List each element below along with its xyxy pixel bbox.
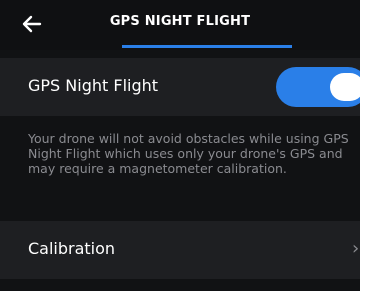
gps-night-flight-label: GPS Night Flight bbox=[28, 76, 159, 95]
title-underline bbox=[122, 45, 292, 48]
chevron-right-icon: › bbox=[352, 238, 360, 259]
gps-night-flight-description: Your drone will not avoid obstacles whil… bbox=[28, 131, 349, 176]
screen-edge bbox=[360, 0, 368, 291]
calibration-label: Calibration bbox=[28, 239, 116, 258]
toggle-knob bbox=[330, 73, 364, 101]
gps-night-flight-row: GPS Night Flight bbox=[0, 58, 368, 116]
header-bar: GPS NIGHT FLIGHT bbox=[0, 0, 360, 50]
settings-screen: GPS NIGHT FLIGHT GPS Night Flight Your d… bbox=[0, 0, 368, 291]
gps-night-flight-toggle[interactable] bbox=[276, 67, 368, 107]
calibration-row[interactable]: Calibration › bbox=[0, 221, 360, 279]
page-title: GPS NIGHT FLIGHT bbox=[109, 14, 251, 29]
